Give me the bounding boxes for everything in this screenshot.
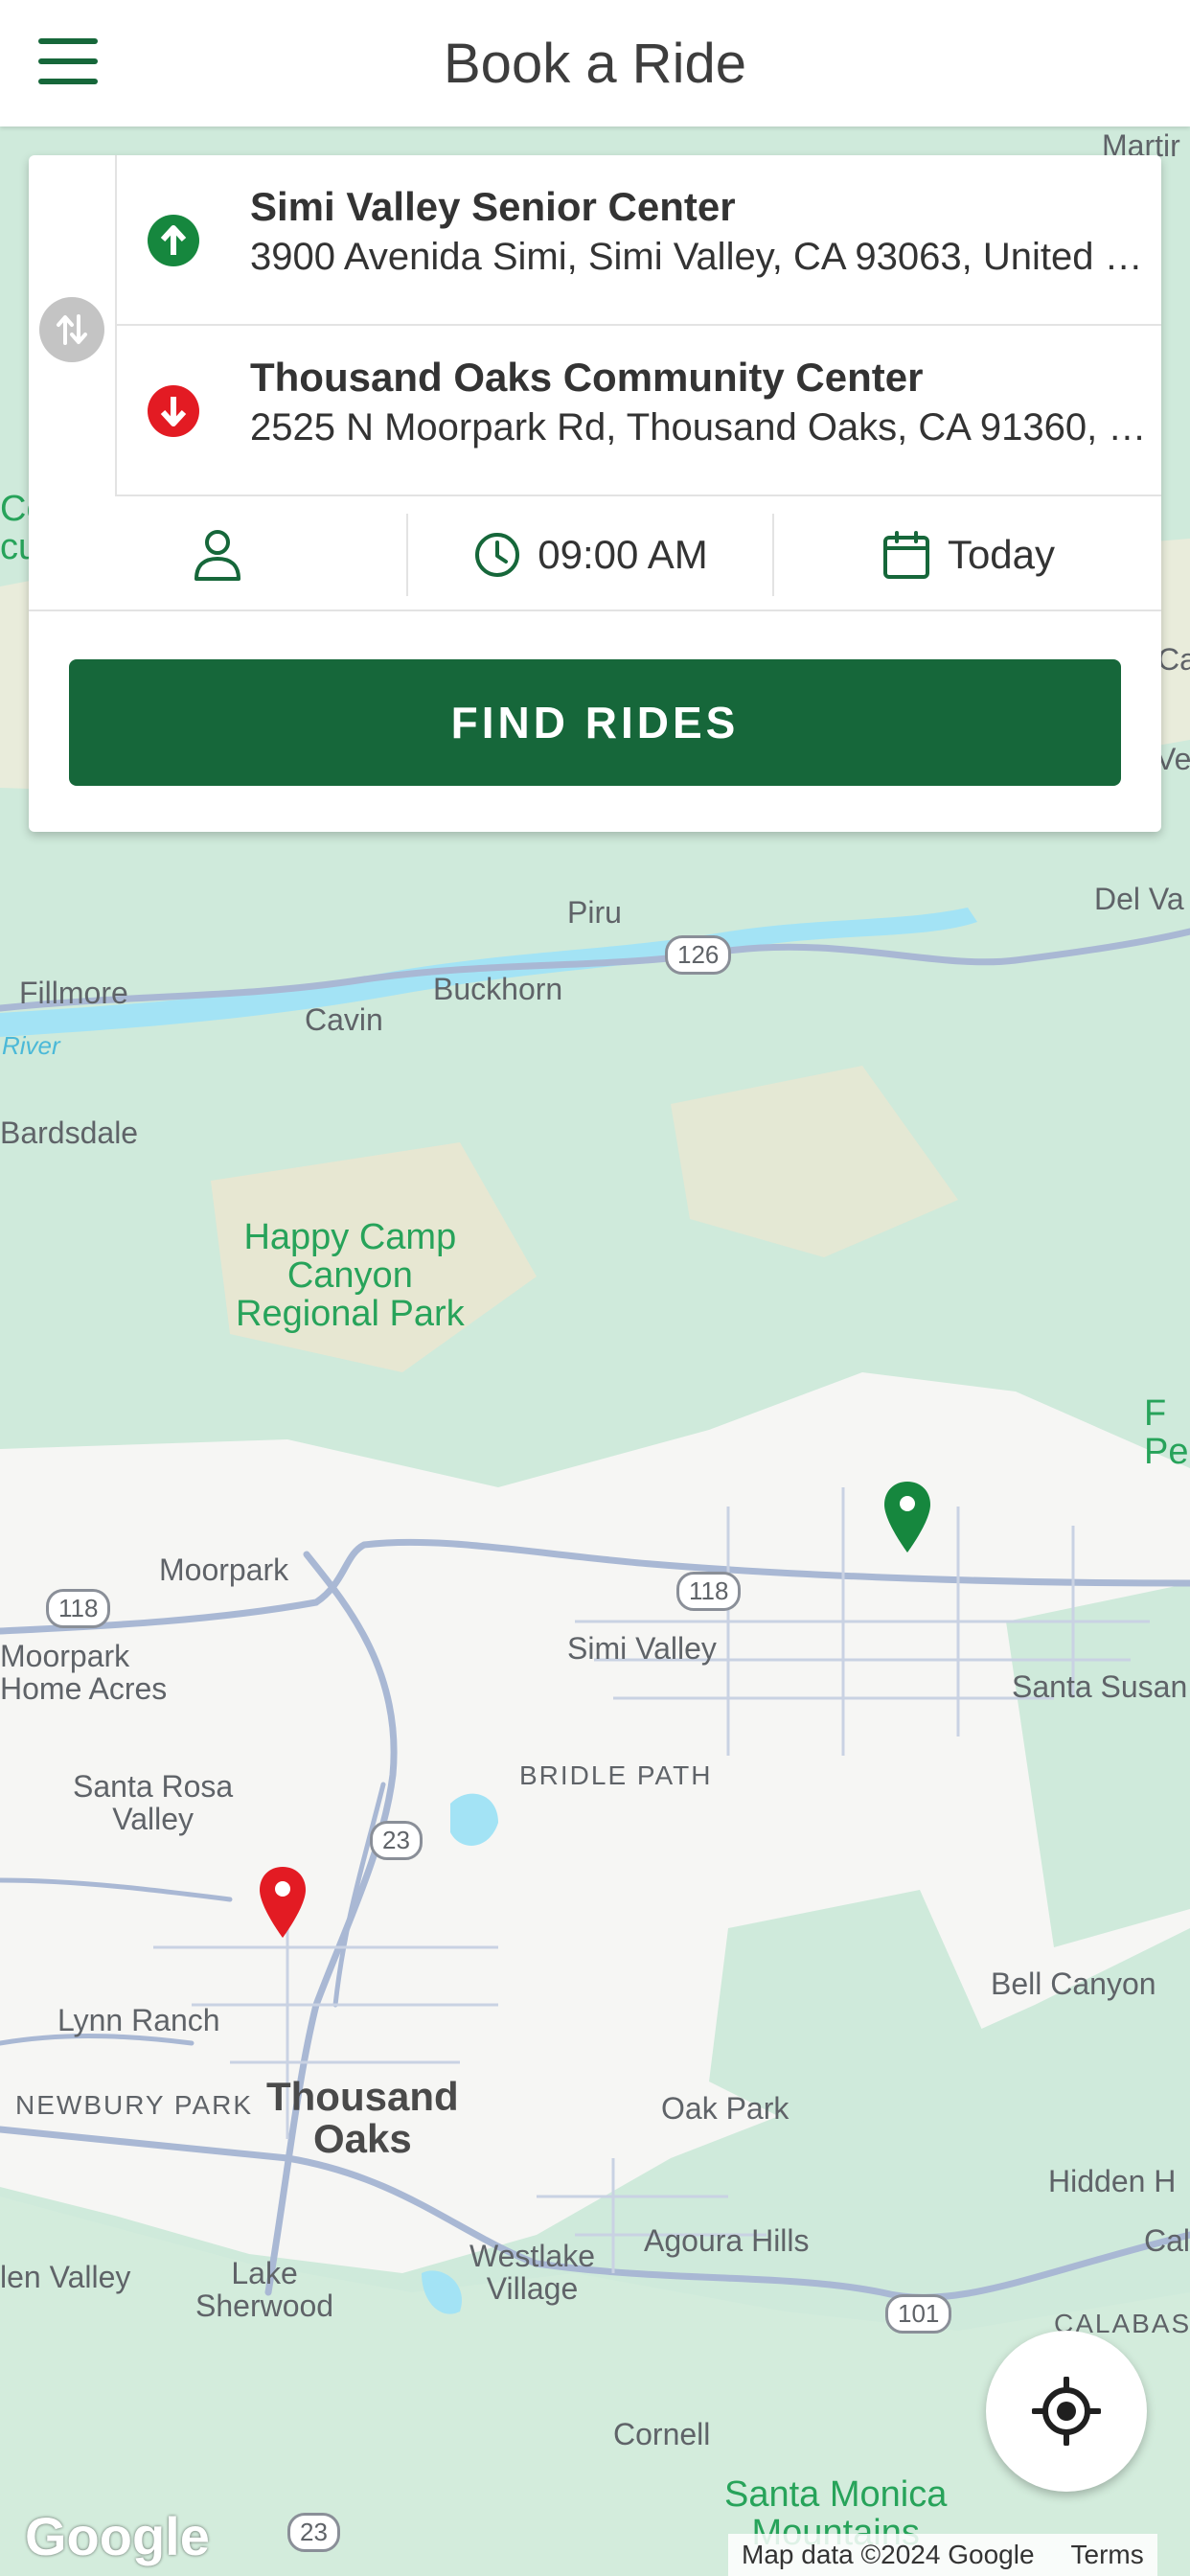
map-label-fillmore: Fillmore (19, 976, 128, 1010)
person-icon (195, 530, 240, 581)
origin-name: Simi Valley Senior Center (250, 184, 736, 229)
map-label-simi-valley: Simi Valley (567, 1631, 717, 1666)
map-attribution: Map data ©2024 Google Terms (728, 2534, 1157, 2576)
origin-address: 3900 Avenida Simi, Simi Valley, CA 93063… (250, 236, 1151, 278)
booking-card: Simi Valley Senior Center 3900 Avenida S… (29, 155, 1161, 832)
map-label-glen-valley: len Valley (0, 2260, 131, 2294)
app-header: Book a Ride (0, 0, 1190, 126)
trip-options: 09:00 AM Today (29, 498, 1161, 611)
date-value: Today (947, 532, 1056, 577)
destination-marker-icon[interactable] (260, 1867, 306, 1938)
arrow-down-circle-icon (148, 385, 199, 437)
arrow-up-circle-icon (148, 215, 199, 266)
map-label-lynn-ranch: Lynn Ranch (57, 2003, 220, 2037)
map-label-bardsdale: Bardsdale (0, 1116, 139, 1150)
map-label-moorpark-home-acres: Moorpark Home Acres (0, 1639, 168, 1706)
map-label-river: River (2, 1031, 60, 1060)
destination-name: Thousand Oaks Community Center (250, 355, 924, 400)
map-label-bell-canyon: Bell Canyon (991, 1966, 1156, 2001)
hamburger-icon-bar (38, 79, 98, 84)
map-label-buckhorn: Buckhorn (433, 972, 563, 1006)
hamburger-icon-bar (38, 58, 98, 64)
find-rides-button[interactable]: FIND RIDES (69, 659, 1121, 786)
route-shield-23-north: 23 (370, 1821, 423, 1860)
terms-link[interactable]: Terms (1071, 2540, 1144, 2570)
map-label-lake-sherwood: Lake Sherwood (195, 2256, 334, 2323)
destination-address: 2525 N Moorpark Rd, Thousand Oaks, CA 91… (250, 406, 1151, 448)
swap-locations-button[interactable] (39, 297, 104, 362)
rider-selector[interactable] (29, 514, 408, 596)
hamburger-icon-bar (38, 38, 98, 44)
route-shield-23-south: 23 (287, 2513, 340, 2552)
map-label-calabasas-2: Cala (1144, 2223, 1190, 2258)
map-label-bridle-path: BRIDLE PATH (519, 1760, 713, 1790)
time-value: 09:00 AM (538, 532, 708, 577)
map-label-ca-edge: Ca (1157, 642, 1190, 677)
page-title: Book a Ride (444, 32, 746, 95)
route-shield-118-east: 118 (676, 1572, 742, 1611)
map-label-p-edge: F Pe (1144, 1393, 1189, 1472)
map-label-cornell: Cornell (613, 2417, 711, 2451)
map-label-westlake-village: Westlake Village (469, 2239, 596, 2306)
map-label-piru: Piru (567, 895, 622, 930)
calendar-icon (882, 531, 929, 579)
map-label-del-valle: Del Va (1094, 882, 1184, 916)
map-label-thousand-oaks: Thousand Oaks (266, 2074, 459, 2162)
my-location-icon (1032, 2377, 1101, 2446)
menu-button[interactable] (38, 38, 98, 84)
map-label-santa-susana: Santa Susan (1012, 1669, 1188, 1704)
time-selector[interactable]: 09:00 AM (410, 514, 774, 596)
destination-field[interactable]: Thousand Oaks Community Center 2525 N Mo… (117, 326, 1161, 496)
map-data-credit: Map data ©2024 Google (742, 2540, 1035, 2569)
map-label-moorpark: Moorpark (159, 1552, 289, 1587)
my-location-button[interactable] (986, 2331, 1147, 2492)
origin-marker-icon[interactable] (884, 1482, 930, 1552)
swap-vertical-icon (57, 314, 87, 345)
date-selector[interactable]: Today (776, 514, 1161, 596)
map-label-newbury-park: NEWBURY PARK (15, 2090, 254, 2120)
route-shield-101: 101 (885, 2294, 952, 2334)
map-label-agoura-hills: Agoura Hills (644, 2223, 810, 2258)
map-label-hidden-hills: Hidden H (1048, 2164, 1177, 2198)
google-logo: Google (25, 2506, 210, 2566)
map-label-cavin: Cavin (305, 1002, 383, 1037)
swap-column (29, 155, 117, 496)
clock-icon (475, 533, 520, 577)
map-label-happy-camp: Happy Camp Canyon Regional Park (236, 1217, 465, 1334)
map-label-santa-rosa-valley: Santa Rosa Valley (73, 1769, 234, 1836)
map-label-oak-park: Oak Park (661, 2091, 790, 2126)
route-shield-126: 126 (665, 935, 732, 975)
route-shield-118-west: 118 (46, 1589, 111, 1628)
origin-field[interactable]: Simi Valley Senior Center 3900 Avenida S… (117, 155, 1161, 326)
